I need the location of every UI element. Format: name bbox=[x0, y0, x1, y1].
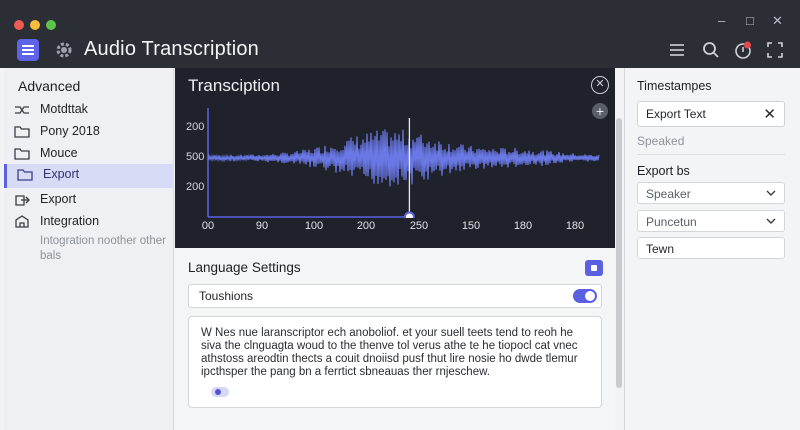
waveform-trace bbox=[207, 129, 600, 187]
punctuation-select[interactable]: Puncetun bbox=[637, 210, 785, 232]
app-title: Audio Transcription bbox=[84, 38, 260, 60]
notification-icon[interactable] bbox=[733, 40, 753, 60]
speaker-select-value: Speaker bbox=[646, 187, 691, 201]
minimize-window-button[interactable] bbox=[30, 20, 40, 30]
title-bar: – □ ✕ Audio Transcription bbox=[0, 0, 800, 68]
transcript-textarea[interactable]: W Nes nue laranscriptor ech anoboliof. e… bbox=[188, 316, 602, 408]
center-scrollbar[interactable] bbox=[616, 118, 622, 388]
main-content: Transciption ✕ + 200 500 200 00 90 100 2… bbox=[175, 68, 615, 430]
sidebar-note: Intogration noother other bals bbox=[40, 235, 166, 262]
export-text-label: Export Text bbox=[646, 107, 706, 121]
waveform-panel: Transciption ✕ + 200 500 200 00 90 100 2… bbox=[175, 68, 615, 248]
sidebar-item-export[interactable]: Export bbox=[4, 189, 174, 211]
gear-icon[interactable] bbox=[54, 40, 74, 60]
minimize-control[interactable]: – bbox=[718, 14, 725, 28]
toushions-toggle[interactable] bbox=[573, 289, 597, 303]
fullscreen-icon[interactable] bbox=[765, 40, 785, 60]
sidebar-item-label: Export bbox=[43, 167, 80, 181]
sidebar-item-label: Integration bbox=[40, 214, 100, 228]
sidebar-item-label: Export bbox=[40, 192, 77, 206]
sidebar-item-motdttak[interactable]: Motdttak bbox=[4, 99, 174, 121]
settings-action-button[interactable] bbox=[585, 260, 603, 276]
right-panel: Timestampes Export Text ✕ Speaked Export… bbox=[624, 68, 800, 430]
transcript-text: W Nes nue laranscriptor ech anoboliof. e… bbox=[201, 327, 578, 378]
x-tick: 90 bbox=[255, 220, 269, 232]
sidebar: Advanced Motdttak Pony 2018 Mouce Export bbox=[4, 68, 174, 430]
export-icon bbox=[15, 195, 30, 206]
app-window: – □ ✕ Audio Transcription Advanced Motdt… bbox=[0, 0, 800, 430]
x-tick: 100 bbox=[304, 220, 324, 232]
sidebar-item-mouce[interactable]: Mouce bbox=[4, 143, 174, 165]
term-field-value: Tewn bbox=[646, 242, 675, 256]
sidebar-item-export-active[interactable]: Export bbox=[4, 164, 174, 188]
folder-icon bbox=[14, 126, 30, 138]
speaked-label: Speaked bbox=[637, 134, 685, 148]
folder-icon bbox=[14, 148, 30, 160]
timestamps-label: Timestampes bbox=[637, 79, 712, 93]
x-tick: 180 bbox=[513, 220, 533, 232]
integration-icon bbox=[15, 215, 29, 228]
chevron-down-icon bbox=[766, 190, 776, 196]
folder-icon bbox=[17, 169, 33, 181]
close-control[interactable]: ✕ bbox=[772, 14, 783, 28]
transcript-mini-toggle[interactable] bbox=[211, 387, 229, 397]
x-tick: 00 bbox=[201, 220, 215, 232]
list-filter-icon[interactable] bbox=[667, 40, 687, 60]
sidebar-item-integration[interactable]: Integration bbox=[4, 211, 174, 233]
divider bbox=[637, 154, 785, 155]
export-text-field[interactable]: Export Text ✕ bbox=[637, 101, 785, 127]
close-icon[interactable]: ✕ bbox=[763, 105, 776, 123]
x-tick: 150 bbox=[461, 220, 481, 232]
waveform-svg[interactable] bbox=[175, 68, 615, 218]
maximize-control[interactable]: □ bbox=[746, 14, 754, 28]
speaker-select[interactable]: Speaker bbox=[637, 182, 785, 204]
x-tick: 180 bbox=[565, 220, 585, 232]
export-bs-label: Export bs bbox=[637, 164, 690, 178]
sidebar-item-label: Motdttak bbox=[40, 102, 88, 116]
language-settings-title: Language Settings bbox=[188, 260, 301, 275]
chevron-down-icon bbox=[766, 218, 776, 224]
toushions-label: Toushions bbox=[199, 289, 254, 303]
sidebar-heading: Advanced bbox=[18, 78, 81, 94]
sidebar-item-pony-2018[interactable]: Pony 2018 bbox=[4, 121, 174, 143]
shuffle-icon bbox=[15, 106, 29, 114]
sidebar-item-label: Pony 2018 bbox=[40, 124, 100, 138]
menu-list-icon[interactable] bbox=[17, 39, 39, 61]
punctuation-select-value: Puncetun bbox=[646, 215, 697, 229]
x-tick: 250 bbox=[409, 220, 429, 232]
language-settings-panel: Language Settings Toushions W Nes nue la… bbox=[175, 248, 615, 430]
maximize-window-button[interactable] bbox=[46, 20, 56, 30]
x-tick: 200 bbox=[356, 220, 376, 232]
playhead-knob bbox=[403, 211, 415, 218]
search-icon[interactable] bbox=[701, 40, 721, 60]
close-window-button[interactable] bbox=[14, 20, 24, 30]
toushions-row[interactable]: Toushions bbox=[188, 284, 602, 308]
term-field[interactable]: Tewn bbox=[637, 237, 785, 259]
sidebar-item-label: Mouce bbox=[40, 146, 78, 160]
